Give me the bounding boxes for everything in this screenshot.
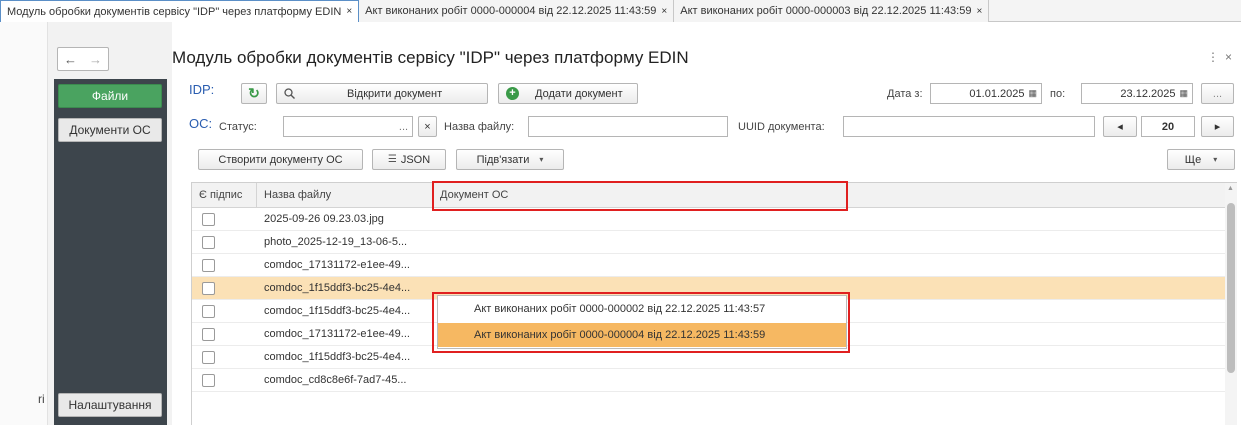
table-row[interactable]: comdoc_17131172-e1ee-49...: [192, 254, 1237, 277]
status-clear-button[interactable]: ×: [418, 116, 437, 137]
more-button[interactable]: Ще ▾: [1167, 149, 1235, 170]
refresh-icon: ↻: [248, 85, 260, 101]
close-icon[interactable]: ×: [976, 6, 982, 17]
filename-label: Назва файлу:: [444, 121, 515, 133]
table-row[interactable]: 2025-09-26 09.23.03.jpg: [192, 208, 1237, 231]
file-name-cell: comdoc_cd8c8e6f-7ad7-45...: [264, 374, 407, 386]
tab-idp-module[interactable]: Модуль обробки документів сервісу "IDP" …: [0, 0, 360, 22]
column-divider: [256, 183, 257, 208]
add-document-button[interactable]: + Додати документ: [498, 83, 638, 104]
period-select-button[interactable]: ...: [1201, 83, 1234, 104]
nav-settings-button[interactable]: Налаштування: [58, 393, 162, 417]
status-field[interactable]: [283, 116, 413, 137]
date-from-value: 01.01.2025: [969, 87, 1025, 100]
signature-checkbox[interactable]: [202, 374, 215, 387]
annotation-box-header: [432, 181, 848, 211]
date-to-field[interactable]: 23.12.2025 ▦: [1081, 83, 1193, 104]
idp-label: IDP:: [189, 82, 215, 97]
page-size-field[interactable]: 20: [1141, 116, 1195, 137]
page-title: Модуль обробки документів сервісу "IDP" …: [172, 48, 689, 67]
left-strip: ri: [0, 22, 48, 425]
signature-checkbox[interactable]: [202, 282, 215, 295]
left-stub-text: ri: [38, 392, 45, 406]
back-arrow-icon[interactable]: ←: [64, 52, 77, 67]
signature-checkbox[interactable]: [202, 328, 215, 341]
refresh-button[interactable]: ↻: [241, 83, 267, 104]
calendar-icon[interactable]: ▦: [1028, 88, 1037, 99]
table-row[interactable]: photo_2025-12-19_13-06-5...: [192, 231, 1237, 254]
search-icon: [284, 88, 295, 99]
link-label: Підв'язати: [476, 153, 530, 166]
date-to-label: по:: [1050, 88, 1066, 100]
header-filename[interactable]: Назва файлу: [264, 189, 331, 201]
open-document-label: Відкрити документ: [347, 87, 443, 100]
chevron-down-icon: ▾: [1213, 155, 1218, 164]
signature-checkbox[interactable]: [202, 259, 215, 272]
file-name-cell: photo_2025-12-19_13-06-5...: [264, 236, 408, 248]
json-button[interactable]: ☰ JSON: [372, 149, 446, 170]
close-icon[interactable]: ×: [661, 6, 667, 17]
nav-files-button[interactable]: Файли: [58, 84, 162, 108]
date-from-field[interactable]: 01.01.2025 ▦: [930, 83, 1042, 104]
tab-label: Модуль обробки документів сервісу "IDP" …: [7, 5, 342, 18]
file-name-cell: comdoc_1f15ddf3-bc25-4e4...: [264, 351, 411, 363]
status-label: Статус:: [219, 121, 257, 133]
page-prev-button[interactable]: ◂: [1103, 116, 1137, 137]
status-select-button[interactable]: ...: [395, 117, 412, 136]
close-icon[interactable]: ×: [346, 6, 352, 17]
history-nav: ← →: [57, 47, 109, 71]
file-name-cell: comdoc_1f15ddf3-bc25-4e4...: [264, 282, 411, 294]
create-os-document-button[interactable]: Створити документу ОС: [198, 149, 363, 170]
filename-field[interactable]: [528, 116, 728, 137]
link-dropdown-button[interactable]: Підв'язати ▾: [456, 149, 564, 170]
tab-act-000004[interactable]: Акт виконаних робіт 0000-000004 від 22.1…: [359, 0, 675, 22]
signature-checkbox[interactable]: [202, 305, 215, 318]
tab-label: Акт виконаних робіт 0000-000003 від 22.1…: [680, 5, 972, 17]
chevron-down-icon: ▾: [539, 155, 544, 164]
date-to-value: 23.12.2025: [1120, 87, 1176, 100]
signature-checkbox[interactable]: [202, 351, 215, 364]
open-document-button[interactable]: Відкрити документ: [276, 83, 488, 104]
annotation-box-dropdown: [432, 292, 850, 353]
header-has-signature[interactable]: Є підпис: [199, 189, 242, 201]
scrollbar-thumb[interactable]: [1227, 203, 1235, 373]
forward-arrow-icon[interactable]: →: [89, 52, 102, 67]
date-from-label: Дата з:: [887, 88, 923, 100]
close-icon[interactable]: ×: [1225, 50, 1232, 64]
vertical-scrollbar[interactable]: ▲: [1225, 183, 1237, 425]
json-label: JSON: [400, 153, 431, 166]
scroll-up-icon[interactable]: ▲: [1227, 185, 1234, 192]
tab-act-000003[interactable]: Акт виконаних робіт 0000-000003 від 22.1…: [674, 0, 990, 22]
signature-checkbox[interactable]: [202, 236, 215, 249]
page-next-button[interactable]: ▸: [1201, 116, 1234, 137]
uuid-field[interactable]: [843, 116, 1095, 137]
file-name-cell: 2025-09-26 09.23.03.jpg: [264, 213, 384, 225]
tab-label: Акт виконаних робіт 0000-000004 від 22.1…: [365, 5, 657, 17]
uuid-label: UUID документа:: [738, 121, 825, 133]
calendar-icon[interactable]: ▦: [1179, 88, 1188, 99]
os-label: ОС:: [189, 116, 213, 131]
nav-os-docs-button[interactable]: Документи ОС: [58, 118, 162, 142]
table-row[interactable]: comdoc_cd8c8e6f-7ad7-45...: [192, 369, 1237, 392]
more-menu-icon[interactable]: ⋮: [1207, 50, 1219, 64]
signature-checkbox[interactable]: [202, 213, 215, 226]
more-label: Ще: [1184, 153, 1202, 166]
add-document-label: Додати документ: [535, 87, 623, 100]
add-icon: +: [506, 87, 519, 100]
file-name-cell: comdoc_17131172-e1ee-49...: [264, 328, 410, 340]
tab-bar: Модуль обробки документів сервісу "IDP" …: [0, 0, 1241, 22]
json-icon: ☰: [387, 154, 397, 165]
file-name-cell: comdoc_1f15ddf3-bc25-4e4...: [264, 305, 411, 317]
file-name-cell: comdoc_17131172-e1ee-49...: [264, 259, 410, 271]
